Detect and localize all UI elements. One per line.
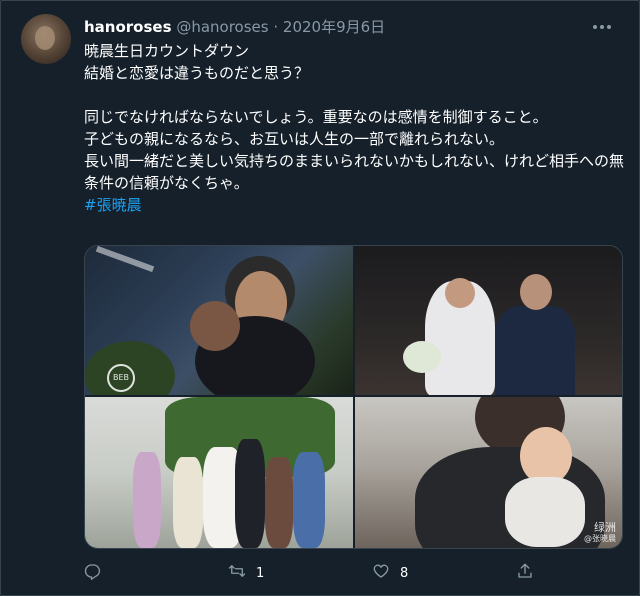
- share-button[interactable]: [516, 562, 534, 584]
- watermark-logo: BEB: [107, 364, 135, 392]
- media-grid: BEB 绿洲 @张晓晨: [84, 245, 623, 549]
- more-options-icon[interactable]: [592, 14, 612, 35]
- tweet-line: 同じでなければならないでしょう。重要なのは感情を制御すること。: [84, 108, 548, 126]
- user-handle[interactable]: @hanoroses: [176, 18, 268, 36]
- reply-icon: [84, 562, 102, 584]
- avatar-face: [35, 26, 55, 50]
- photo-embrace[interactable]: BEB: [85, 246, 353, 395]
- tweet-actions: 1 8: [0, 562, 640, 584]
- watermark-text: 绿洲 @张晓晨: [584, 522, 616, 544]
- retweet-icon: [228, 562, 246, 584]
- watermark-brand: 绿洲: [594, 521, 616, 534]
- tweet-line: 長い間一緒だと美しい気持ちのままいられないかもしれない、けれど相手への無条件の信…: [84, 152, 625, 192]
- like-count: 8: [400, 565, 409, 581]
- meta-separator: ·: [273, 18, 279, 36]
- photo-father-baby[interactable]: 绿洲 @张晓晨: [355, 397, 622, 548]
- reply-button[interactable]: [84, 562, 102, 584]
- photo-family-group[interactable]: [85, 397, 353, 548]
- tweet-header: hanoroses @hanoroses · 2020年9月6日: [84, 16, 385, 37]
- retweet-button[interactable]: 1: [228, 562, 264, 584]
- like-button[interactable]: 8: [372, 562, 408, 584]
- retweet-count: 1: [256, 565, 265, 581]
- share-icon: [516, 562, 534, 584]
- tweet-text: 暁晨生日カウントダウン 結婚と恋愛は違うものだと思う？ 同じでなければならないで…: [84, 40, 624, 216]
- heart-icon: [372, 562, 390, 584]
- display-name[interactable]: hanoroses: [84, 18, 172, 36]
- tweet-line: 暁晨生日カウントダウン: [84, 42, 250, 60]
- photo-wedding-walk[interactable]: [355, 246, 622, 395]
- user-avatar[interactable]: [21, 14, 71, 64]
- tweet-date[interactable]: 2020年9月6日: [283, 18, 385, 36]
- hashtag-link[interactable]: #張暁晨: [84, 194, 624, 216]
- watermark-sub: @张晓晨: [584, 534, 616, 543]
- tweet-line: 子どもの親になるなら、お互いは人生の一部で離れられない。: [84, 130, 505, 148]
- tweet-line: 結婚と恋愛は違うものだと思う？: [84, 64, 310, 82]
